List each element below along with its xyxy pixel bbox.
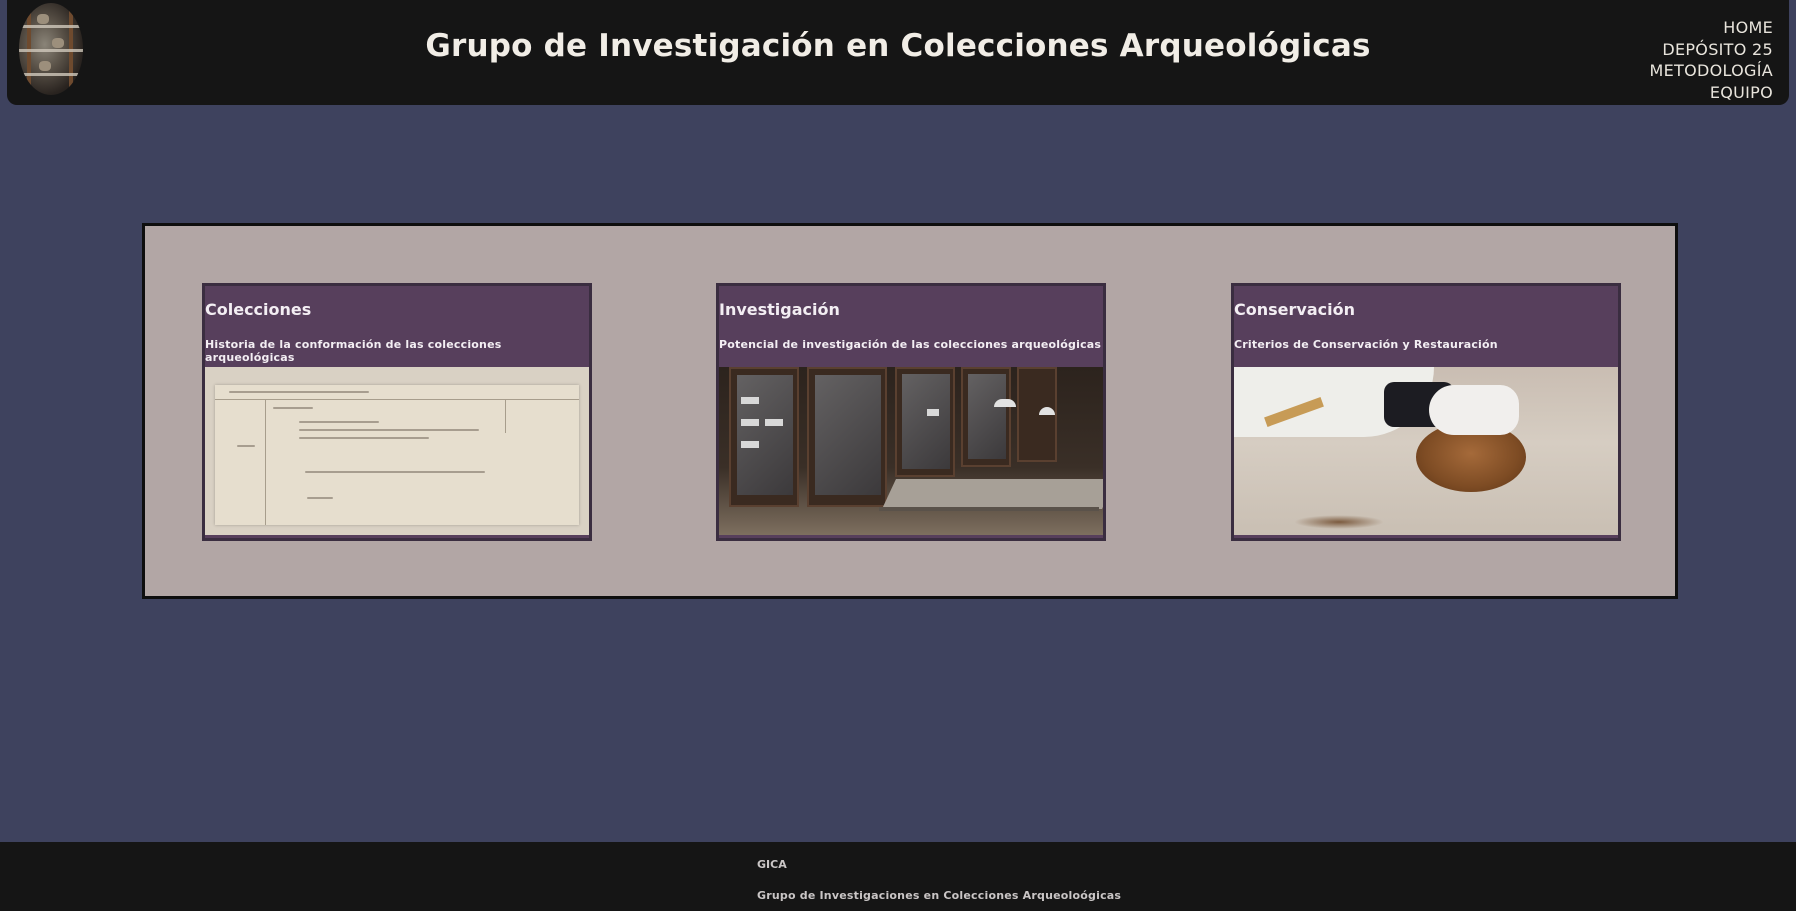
footer-title: GICA [757,858,787,871]
storage-cabinet [961,367,1011,467]
main-nav: HOME DEPÓSITO 25 METODOLOGÍA EQUIPO [1650,17,1774,103]
logo-shelf [19,73,83,76]
card-subtitle: Criterios de Conservación y Restauración [1234,338,1498,351]
fiber-debris [1294,515,1384,529]
work-table [882,479,1103,509]
cabinet-glass [737,375,793,495]
card-title: Colecciones [205,300,312,319]
ceiling-lamp [994,399,1016,407]
storage-cabinet [807,367,887,507]
nav-metodologia[interactable]: METODOLOGÍA [1650,60,1774,82]
nav-equipo[interactable]: EQUIPO [1650,82,1774,104]
card-image-conservation[interactable] [1234,367,1618,535]
cards-panel: Colecciones Historia de la conformación … [142,223,1678,599]
card-image-record-card[interactable] [205,367,589,535]
storage-cabinet [729,367,799,507]
cabinet-label [741,419,759,426]
record-line [505,399,506,433]
white-glove [1429,385,1519,435]
record-ink [299,437,429,439]
nav-home[interactable]: HOME [1650,17,1774,39]
card-title: Conservación [1234,300,1355,319]
cabinet-label [741,441,759,448]
card-colecciones[interactable]: Colecciones Historia de la conformación … [202,283,592,541]
record-ink [305,471,485,473]
card-conservacion[interactable]: Conservación Criterios de Conservación y… [1231,283,1621,541]
storage-cabinet [895,367,955,477]
record-ink [237,445,255,447]
logo-jar [37,14,49,24]
site-header: Grupo de Investigación en Colecciones Ar… [7,0,1789,105]
record-line [265,399,266,525]
site-footer: GICA Grupo de Investigaciones en Colecci… [0,842,1796,911]
work-table-edge [879,507,1099,511]
card-investigacion[interactable]: Investigación Potencial de investigación… [716,283,1106,541]
record-ink [307,497,333,499]
cabinet-glass [968,374,1006,459]
record-card-paper [215,385,579,525]
card-image-storage-room[interactable] [719,367,1103,535]
record-ink [299,429,479,431]
record-line [215,399,579,400]
cabinet-label [741,397,759,404]
cabinet-glass [902,374,950,469]
cabinet-label [927,409,939,416]
record-ink [229,391,369,393]
card-subtitle: Historia de la conformación de las colec… [205,338,502,364]
card-subtitle: Potencial de investigación de las colecc… [719,338,1102,351]
card-title: Investigación [719,300,840,319]
cabinet-label [765,419,783,426]
footer-subtitle: Grupo de Investigaciones en Colecciones … [757,889,1122,902]
record-ink [273,407,313,409]
cabinet-glass [815,375,881,495]
nav-deposito-25[interactable]: DEPÓSITO 25 [1650,39,1774,61]
site-title: Grupo de Investigación en Colecciones Ar… [425,28,1371,64]
record-ink [299,421,379,423]
